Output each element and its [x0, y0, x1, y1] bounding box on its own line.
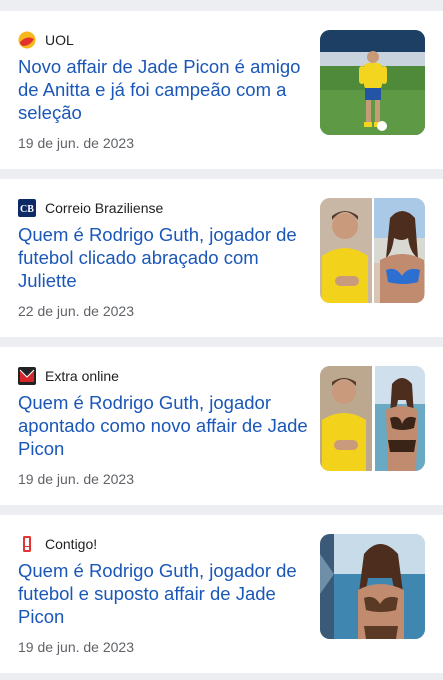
publish-date: 19 de jun. de 2023 [18, 471, 134, 487]
news-headline[interactable]: Quem é Rodrigo Guth, jogador apontado co… [18, 391, 308, 460]
source-name: Extra online [45, 368, 119, 384]
contigo-logo-icon [18, 535, 36, 553]
news-card-contigo[interactable]: Contigo! Quem é Rodrigo Guth, jogador de… [0, 515, 443, 673]
correio-braziliense-logo-icon: CB [18, 199, 36, 217]
soccer-player-thumbnail[interactable] [320, 30, 425, 135]
extra-online-logo-icon [18, 367, 36, 385]
couple-collage-thumbnail[interactable] [320, 198, 425, 303]
woman-beach-thumbnail[interactable] [320, 534, 425, 639]
news-source: CB Correio Braziliense [18, 198, 163, 218]
news-headline[interactable]: Quem é Rodrigo Guth, jogador de futebol … [18, 559, 308, 628]
news-card-extra-online[interactable]: Extra online Quem é Rodrigo Guth, jogado… [0, 347, 443, 505]
couple-collage-beach-thumbnail[interactable] [320, 366, 425, 471]
source-name: Contigo! [45, 536, 98, 552]
news-headline[interactable]: Quem é Rodrigo Guth, jogador de futebol … [18, 223, 308, 292]
publish-date: 19 de jun. de 2023 [18, 135, 134, 151]
source-name: Correio Braziliense [45, 200, 164, 216]
news-headline[interactable]: Novo affair de Jade Picon é amigo de Ani… [18, 55, 308, 124]
source-name: UOL [45, 32, 74, 48]
news-source: UOL [18, 30, 74, 50]
news-card-uol[interactable]: UOL Novo affair de Jade Picon é amigo de… [0, 11, 443, 169]
news-source: Extra online [18, 366, 119, 386]
uol-logo-icon [18, 31, 36, 49]
publish-date: 19 de jun. de 2023 [18, 639, 134, 655]
logo-text: CB [20, 204, 34, 215]
news-card-correio-braziliense[interactable]: CB Correio Braziliense Quem é Rodrigo Gu… [0, 179, 443, 337]
news-source: Contigo! [18, 534, 97, 554]
publish-date: 22 de jun. de 2023 [18, 303, 134, 319]
